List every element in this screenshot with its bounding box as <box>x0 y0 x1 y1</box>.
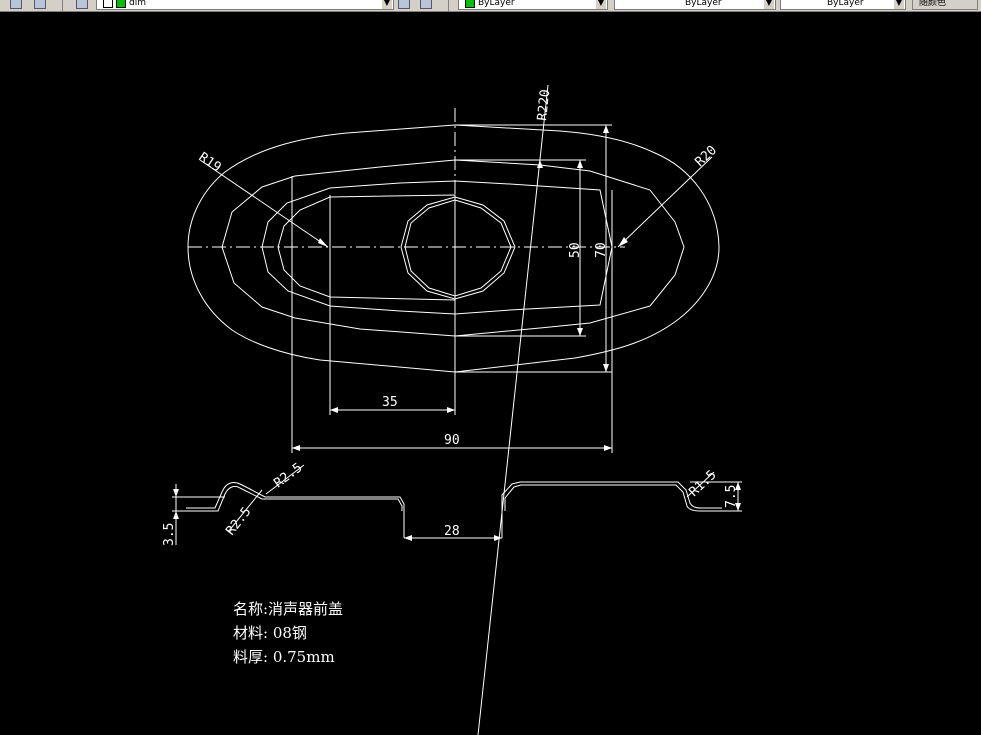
layer-color-swatch <box>116 0 126 8</box>
dim-text-r220: R220 <box>535 89 553 122</box>
r20-leader <box>617 156 713 248</box>
dim-text-r2-5-bottom: R2.5 <box>223 505 254 539</box>
linetype-combo-value: ByLayer <box>685 0 722 8</box>
light-bulb-icon <box>103 0 113 8</box>
second-contour <box>221 159 685 337</box>
dim-text-70: 70 <box>594 242 609 258</box>
drawing-canvas[interactable]: R220 R19 R20 50 70 35 90 R2.5 R2.5 R1.5 … <box>0 11 981 735</box>
arrowhead <box>173 489 179 497</box>
plotstyle-button[interactable]: 随颜色 <box>912 0 978 10</box>
color-swatch <box>465 0 475 8</box>
make-current-layer-icon[interactable] <box>398 0 410 9</box>
dim-text-r19: R19 <box>196 150 224 176</box>
layer-states-icon[interactable] <box>76 0 88 9</box>
arrowhead <box>404 535 412 541</box>
polygon-hole <box>400 196 516 300</box>
layer-previous-icon[interactable] <box>420 0 432 9</box>
chevron-down-icon[interactable]: ▼ <box>382 0 392 9</box>
save-icon[interactable] <box>34 0 46 9</box>
dim-text-r20: R20 <box>692 143 719 170</box>
arrowhead <box>494 535 502 541</box>
arrowhead <box>603 125 609 133</box>
lineweight-combo-value: ByLayer <box>827 0 864 8</box>
arrowhead <box>330 407 338 413</box>
chevron-down-icon[interactable]: ▼ <box>764 0 774 9</box>
chevron-down-icon[interactable]: ▼ <box>894 0 904 9</box>
note-part-name: 名称:消声器前盖 <box>233 600 344 618</box>
arrowhead <box>603 364 609 372</box>
layer-combo[interactable]: dim ▼ <box>96 0 394 10</box>
arrowhead <box>292 445 300 451</box>
arrowhead <box>537 160 543 168</box>
chevron-down-icon[interactable]: ▼ <box>596 0 606 9</box>
arrowhead <box>318 238 328 247</box>
toolbar-separator <box>448 0 449 11</box>
toolbar-separator <box>62 0 63 11</box>
color-combo[interactable]: ByLayer ▼ <box>458 0 608 10</box>
section-profile-bottom <box>186 484 722 512</box>
arrowhead <box>577 328 583 336</box>
r19-leader <box>199 159 329 248</box>
dim-text-90: 90 <box>444 433 460 448</box>
arrowhead <box>173 511 179 519</box>
dim-text-r1-5: R1.5 <box>686 468 719 500</box>
layer-combo-value: dim <box>129 0 146 8</box>
lineweight-combo[interactable]: ByLayer ▼ <box>780 0 906 10</box>
dim-text-50: 50 <box>568 242 583 258</box>
note-material: 材料: 08钢 <box>233 624 307 642</box>
dim-text-28: 28 <box>444 524 460 539</box>
layer-manager-icon[interactable] <box>10 0 22 9</box>
linetype-combo[interactable]: ByLayer ▼ <box>614 0 776 10</box>
arrowhead <box>447 407 455 413</box>
dim-text-3-5: 3.5 <box>162 523 177 546</box>
note-thickness: 料厚: 0.75mm <box>233 648 335 666</box>
dim-text-35: 35 <box>382 395 398 410</box>
outer-contour <box>187 124 720 373</box>
arrowhead <box>577 160 583 168</box>
color-combo-value: ByLayer <box>478 0 515 8</box>
dim-text-7-5: 7.5 <box>724 485 739 508</box>
arrowhead <box>604 445 612 451</box>
dim-text-r2-5-top: R2.5 <box>271 460 305 491</box>
